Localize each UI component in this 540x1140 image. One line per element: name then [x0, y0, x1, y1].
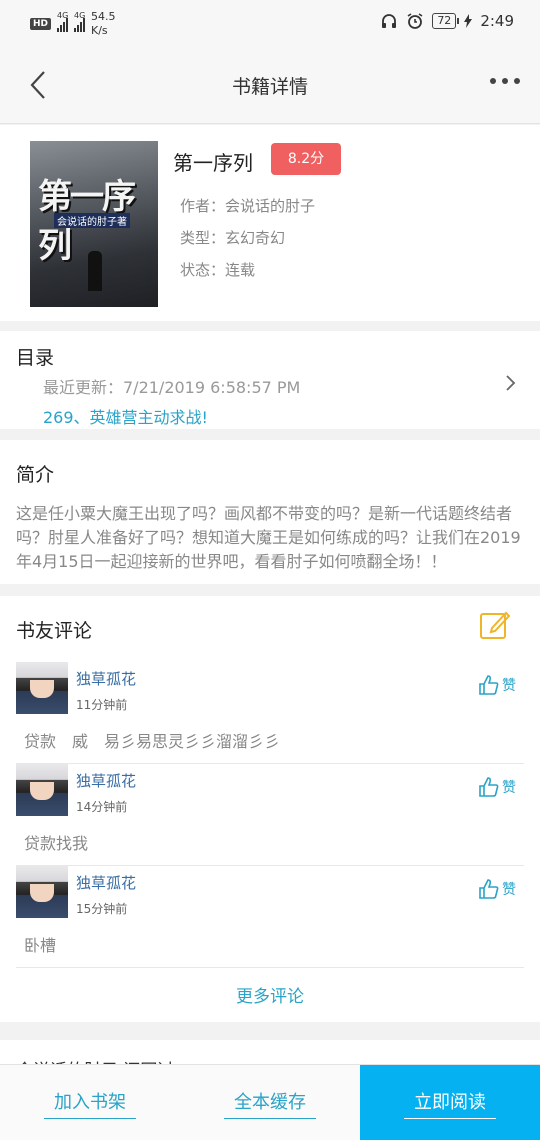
- battery-icon: 72: [432, 13, 460, 29]
- book-status: 状态：连载: [180, 261, 256, 279]
- like-label: 赞: [502, 882, 516, 898]
- reviews-section: 书友评论 独草孤花 11分钟前 赞 贷款 威 易彡易思灵彡彡溜溜彡彡 独草孤花 …: [0, 596, 540, 1022]
- book-info-card: 第一序列 会说话的肘子著 第一序列 8.2分 作者：会说话的肘子 类型：玄幻奇幻…: [0, 125, 540, 321]
- like-label: 赞: [502, 678, 516, 694]
- book-title: 第一序列: [173, 151, 253, 175]
- status-right: 72 2:49: [380, 12, 514, 30]
- toc-title: 目录: [16, 347, 55, 369]
- like-button[interactable]: 赞: [478, 776, 516, 798]
- network-speed: 54.5 K/s: [91, 10, 116, 38]
- alarm-icon: [407, 13, 423, 29]
- clock: 2:49: [480, 12, 514, 30]
- avatar[interactable]: [16, 866, 68, 918]
- more-reviews-link[interactable]: 更多评论: [0, 982, 540, 1007]
- signal-icon-2: 4G: [74, 10, 86, 35]
- more-options-icon[interactable]: [490, 78, 520, 84]
- intro-title: 简介: [16, 464, 55, 486]
- book-author: 作者：会说话的肘子: [180, 197, 316, 215]
- chevron-right-icon[interactable]: [504, 373, 518, 393]
- add-to-shelf-label: 加入书架: [44, 1088, 136, 1119]
- cache-all-button[interactable]: 全本缓存: [180, 1065, 360, 1140]
- review-author[interactable]: 独草孤花: [76, 872, 136, 893]
- review-time: 15分钟前: [76, 902, 128, 916]
- hd-badge: HD: [30, 18, 52, 30]
- like-button[interactable]: 赞: [478, 878, 516, 900]
- book-genre: 类型：玄幻奇幻: [180, 229, 286, 247]
- signal-icon: 4G: [57, 10, 69, 35]
- avatar[interactable]: [16, 662, 68, 714]
- like-label: 赞: [502, 780, 516, 796]
- signal-label: 4G: [57, 10, 69, 20]
- thumb-up-icon: [479, 675, 499, 695]
- charging-icon: [464, 14, 473, 28]
- avatar[interactable]: [16, 764, 68, 816]
- intro-text: 这是任小粟大魔王出现了吗？画风都不带变的吗？是新一代话题终结者吗？肘星人准备好了…: [16, 504, 521, 571]
- bottom-action-bar: 加入书架 全本缓存 立即阅读: [0, 1064, 540, 1140]
- add-to-shelf-button[interactable]: 加入书架: [0, 1065, 180, 1140]
- read-now-button[interactable]: 立即阅读: [360, 1065, 540, 1140]
- status-bar: HD 4G 4G 54.5 K/s 72 2:49: [0, 0, 540, 48]
- reviews-title: 书友评论: [16, 620, 93, 642]
- review-text: 卧槽: [24, 936, 57, 955]
- toc-latest-chapter[interactable]: 269、英雄营主动求战!: [43, 404, 208, 428]
- like-button[interactable]: 赞: [478, 674, 516, 696]
- toc-section[interactable]: 目录 最近更新：7/21/2019 6:58:57 PM 269、英雄营主动求战…: [0, 331, 540, 429]
- write-review-icon[interactable]: [478, 608, 512, 642]
- speed-unit: K/s: [91, 24, 108, 37]
- review-author[interactable]: 独草孤花: [76, 668, 136, 689]
- thumb-up-icon: [479, 879, 499, 899]
- cover-figure: [88, 251, 102, 291]
- headphone-icon: [382, 14, 397, 28]
- toc-last-update: 最近更新：7/21/2019 6:58:57 PM: [43, 378, 301, 397]
- review-item: 独草孤花 14分钟前 赞 贷款找我: [16, 764, 524, 866]
- review-author[interactable]: 独草孤花: [76, 770, 136, 791]
- review-time: 11分钟前: [76, 698, 128, 712]
- page-title: 书籍详情: [231, 76, 308, 98]
- review-time: 14分钟前: [76, 800, 128, 814]
- cache-all-label: 全本缓存: [224, 1088, 316, 1119]
- review-item: 独草孤花 15分钟前 赞 卧槽: [16, 866, 524, 968]
- review-text: 贷款 威 易彡易思灵彡彡溜溜彡彡: [24, 732, 281, 751]
- status-left: HD 4G 4G 54.5 K/s: [30, 10, 116, 38]
- book-cover[interactable]: 第一序列 会说话的肘子著: [30, 141, 158, 307]
- speed-value: 54.5: [91, 10, 116, 23]
- intro-section: 简介 这是任小粟大魔王出现了吗？画风都不带变的吗？是新一代话题终结者吗？肘星人准…: [0, 440, 540, 584]
- nav-bar: 书籍详情: [0, 48, 540, 124]
- signal-label-2: 4G: [74, 10, 86, 20]
- cover-subtitle: 会说话的肘子著: [54, 213, 130, 228]
- review-item: 独草孤花 11分钟前 赞 贷款 威 易彡易思灵彡彡溜溜彡彡: [16, 662, 524, 764]
- read-now-label: 立即阅读: [404, 1088, 496, 1119]
- review-text: 贷款找我: [24, 834, 89, 853]
- score-badge: 8.2分: [271, 143, 341, 175]
- thumb-up-icon: [479, 777, 499, 797]
